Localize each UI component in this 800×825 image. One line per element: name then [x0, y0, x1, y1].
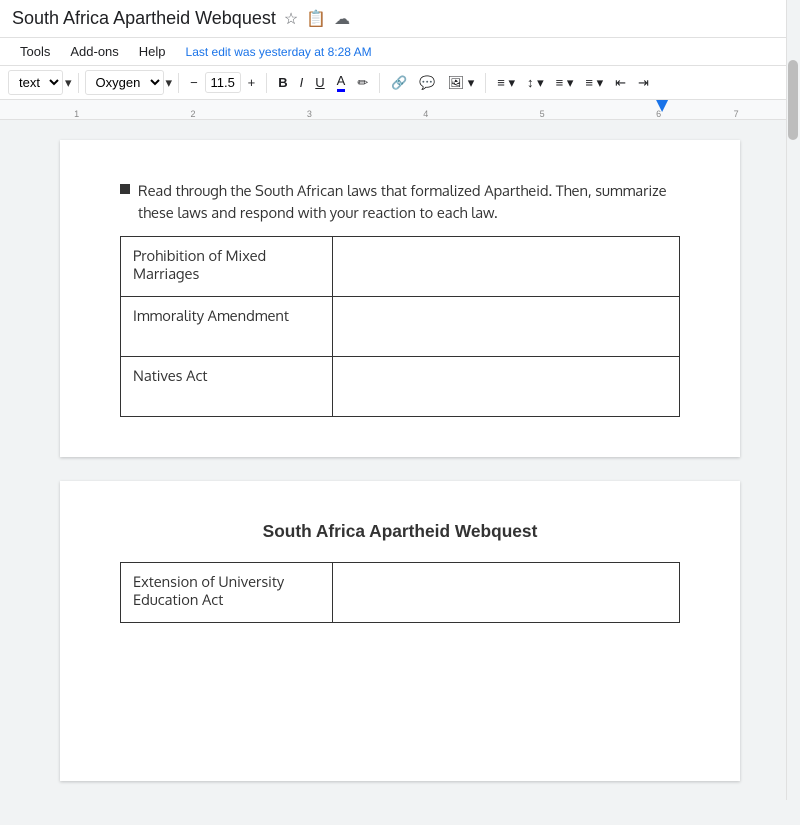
ruler-mark-3: 3: [307, 109, 312, 119]
table-cell-law-p2-1[interactable]: Extension of University Education Act: [121, 563, 333, 623]
style-dropdown[interactable]: text: [8, 70, 63, 95]
table-row-1: Prohibition of Mixed Marriages: [121, 237, 680, 297]
separator-1: [78, 73, 79, 93]
separator-2: [178, 73, 179, 93]
ruler-mark-1: 1: [74, 109, 79, 119]
document-title: South Africa Apartheid Webquest: [12, 8, 276, 29]
ruler-inner: 1 2 3 4 5 6 7: [12, 100, 788, 119]
law-name-2: Immorality Amendment: [133, 307, 289, 325]
list-bullet-button[interactable]: ≡ ▾: [580, 72, 608, 94]
page-2: South Africa Apartheid Webquest Extensio…: [60, 481, 740, 781]
image-button[interactable]: 🖼 ▾: [443, 72, 480, 94]
page-1: Read through the South African laws that…: [60, 140, 740, 457]
text-color-label: A: [337, 73, 346, 92]
font-group: Oxygen ▾: [85, 70, 173, 95]
separator-3: [266, 73, 267, 93]
table-row-p2-1: Extension of University Education Act: [121, 563, 680, 623]
menu-bar: Tools Add-ons Help Last edit was yesterd…: [0, 38, 800, 66]
ruler-mark-6: 6: [656, 109, 661, 119]
scrollbar-thumb[interactable]: [788, 60, 798, 140]
bullet-marker: [120, 184, 130, 194]
law-name-p2-1: Extension of University Education Act: [133, 573, 284, 609]
laws-table-page2: Extension of University Education Act: [120, 562, 680, 623]
font-size-input[interactable]: [205, 72, 241, 93]
toolbar: text ▾ Oxygen ▾ − + B I U A ✏ 🔗 💬 🖼 ▾ ≡ …: [0, 66, 800, 100]
font-dropdown[interactable]: Oxygen: [85, 70, 164, 95]
style-dropdown-arrow: ▾: [65, 75, 72, 91]
menu-help[interactable]: Help: [131, 40, 174, 63]
ruler-mark-2: 2: [190, 109, 195, 119]
table-cell-response-2[interactable]: [333, 297, 680, 357]
page2-title: South Africa Apartheid Webquest: [120, 521, 680, 542]
underline-button[interactable]: U: [310, 72, 329, 93]
bullet-item-1: Read through the South African laws that…: [120, 180, 680, 224]
ruler: 1 2 3 4 5 6 7: [0, 100, 800, 120]
italic-button[interactable]: I: [295, 72, 309, 93]
insert-group: 🔗 💬 🖼 ▾: [386, 72, 479, 94]
table-row-2: Immorality Amendment: [121, 297, 680, 357]
align-button[interactable]: ≡ ▾: [492, 72, 520, 94]
comment-button[interactable]: 💬: [414, 72, 440, 94]
title-icons: ☆ 📋 ☁: [284, 9, 350, 29]
cloud-icon[interactable]: ☁: [334, 9, 350, 29]
table-cell-response-3[interactable]: [333, 357, 680, 417]
table-cell-response-p2-1[interactable]: [333, 563, 680, 623]
font-size-group: − +: [185, 72, 260, 93]
separator-5: [485, 73, 486, 93]
line-spacing-button[interactable]: ↕ ▾: [522, 72, 549, 94]
increase-font-button[interactable]: +: [243, 72, 261, 93]
link-button[interactable]: 🔗: [386, 72, 412, 94]
bold-button[interactable]: B: [273, 72, 292, 93]
ruler-mark-5: 5: [540, 109, 545, 119]
text-color-button[interactable]: A: [332, 70, 351, 95]
bullet-text: Read through the South African laws that…: [138, 180, 680, 224]
format-group: B I U A ✏: [273, 70, 373, 95]
table-cell-law-2[interactable]: Immorality Amendment: [121, 297, 333, 357]
table-cell-law-1[interactable]: Prohibition of Mixed Marriages: [121, 237, 333, 297]
list-numbered-button[interactable]: ≡ ▾: [551, 72, 579, 94]
table-cell-response-1[interactable]: [333, 237, 680, 297]
table-row-3: Natives Act: [121, 357, 680, 417]
align-group: ≡ ▾ ↕ ▾ ≡ ▾ ≡ ▾ ⇤ ⇥: [492, 72, 654, 94]
table-cell-law-3[interactable]: Natives Act: [121, 357, 333, 417]
star-icon[interactable]: ☆: [284, 9, 298, 29]
separator-4: [379, 73, 380, 93]
law-name-1: Prohibition of Mixed Marriages: [133, 247, 266, 283]
style-group: text ▾: [8, 70, 72, 95]
menu-tools[interactable]: Tools: [12, 40, 58, 63]
last-edit-info[interactable]: Last edit was yesterday at 8:28 AM: [186, 45, 372, 59]
scrollbar-track: [786, 0, 800, 800]
title-bar: South Africa Apartheid Webquest ☆ 📋 ☁: [0, 0, 800, 38]
ruler-mark-7: 7: [734, 109, 739, 119]
decrease-font-button[interactable]: −: [185, 72, 203, 93]
menu-addons[interactable]: Add-ons: [62, 40, 126, 63]
indent-decrease-button[interactable]: ⇤: [610, 72, 631, 94]
laws-table-page1: Prohibition of Mixed Marriages Immoralit…: [120, 236, 680, 417]
law-name-3: Natives Act: [133, 367, 207, 385]
highlight-button[interactable]: ✏: [352, 72, 373, 94]
versions-icon[interactable]: 📋: [306, 9, 326, 29]
indent-increase-button[interactable]: ⇥: [633, 72, 654, 94]
ruler-mark-4: 4: [423, 109, 428, 119]
font-dropdown-arrow: ▾: [166, 75, 173, 91]
document-area: Read through the South African laws that…: [0, 120, 800, 825]
